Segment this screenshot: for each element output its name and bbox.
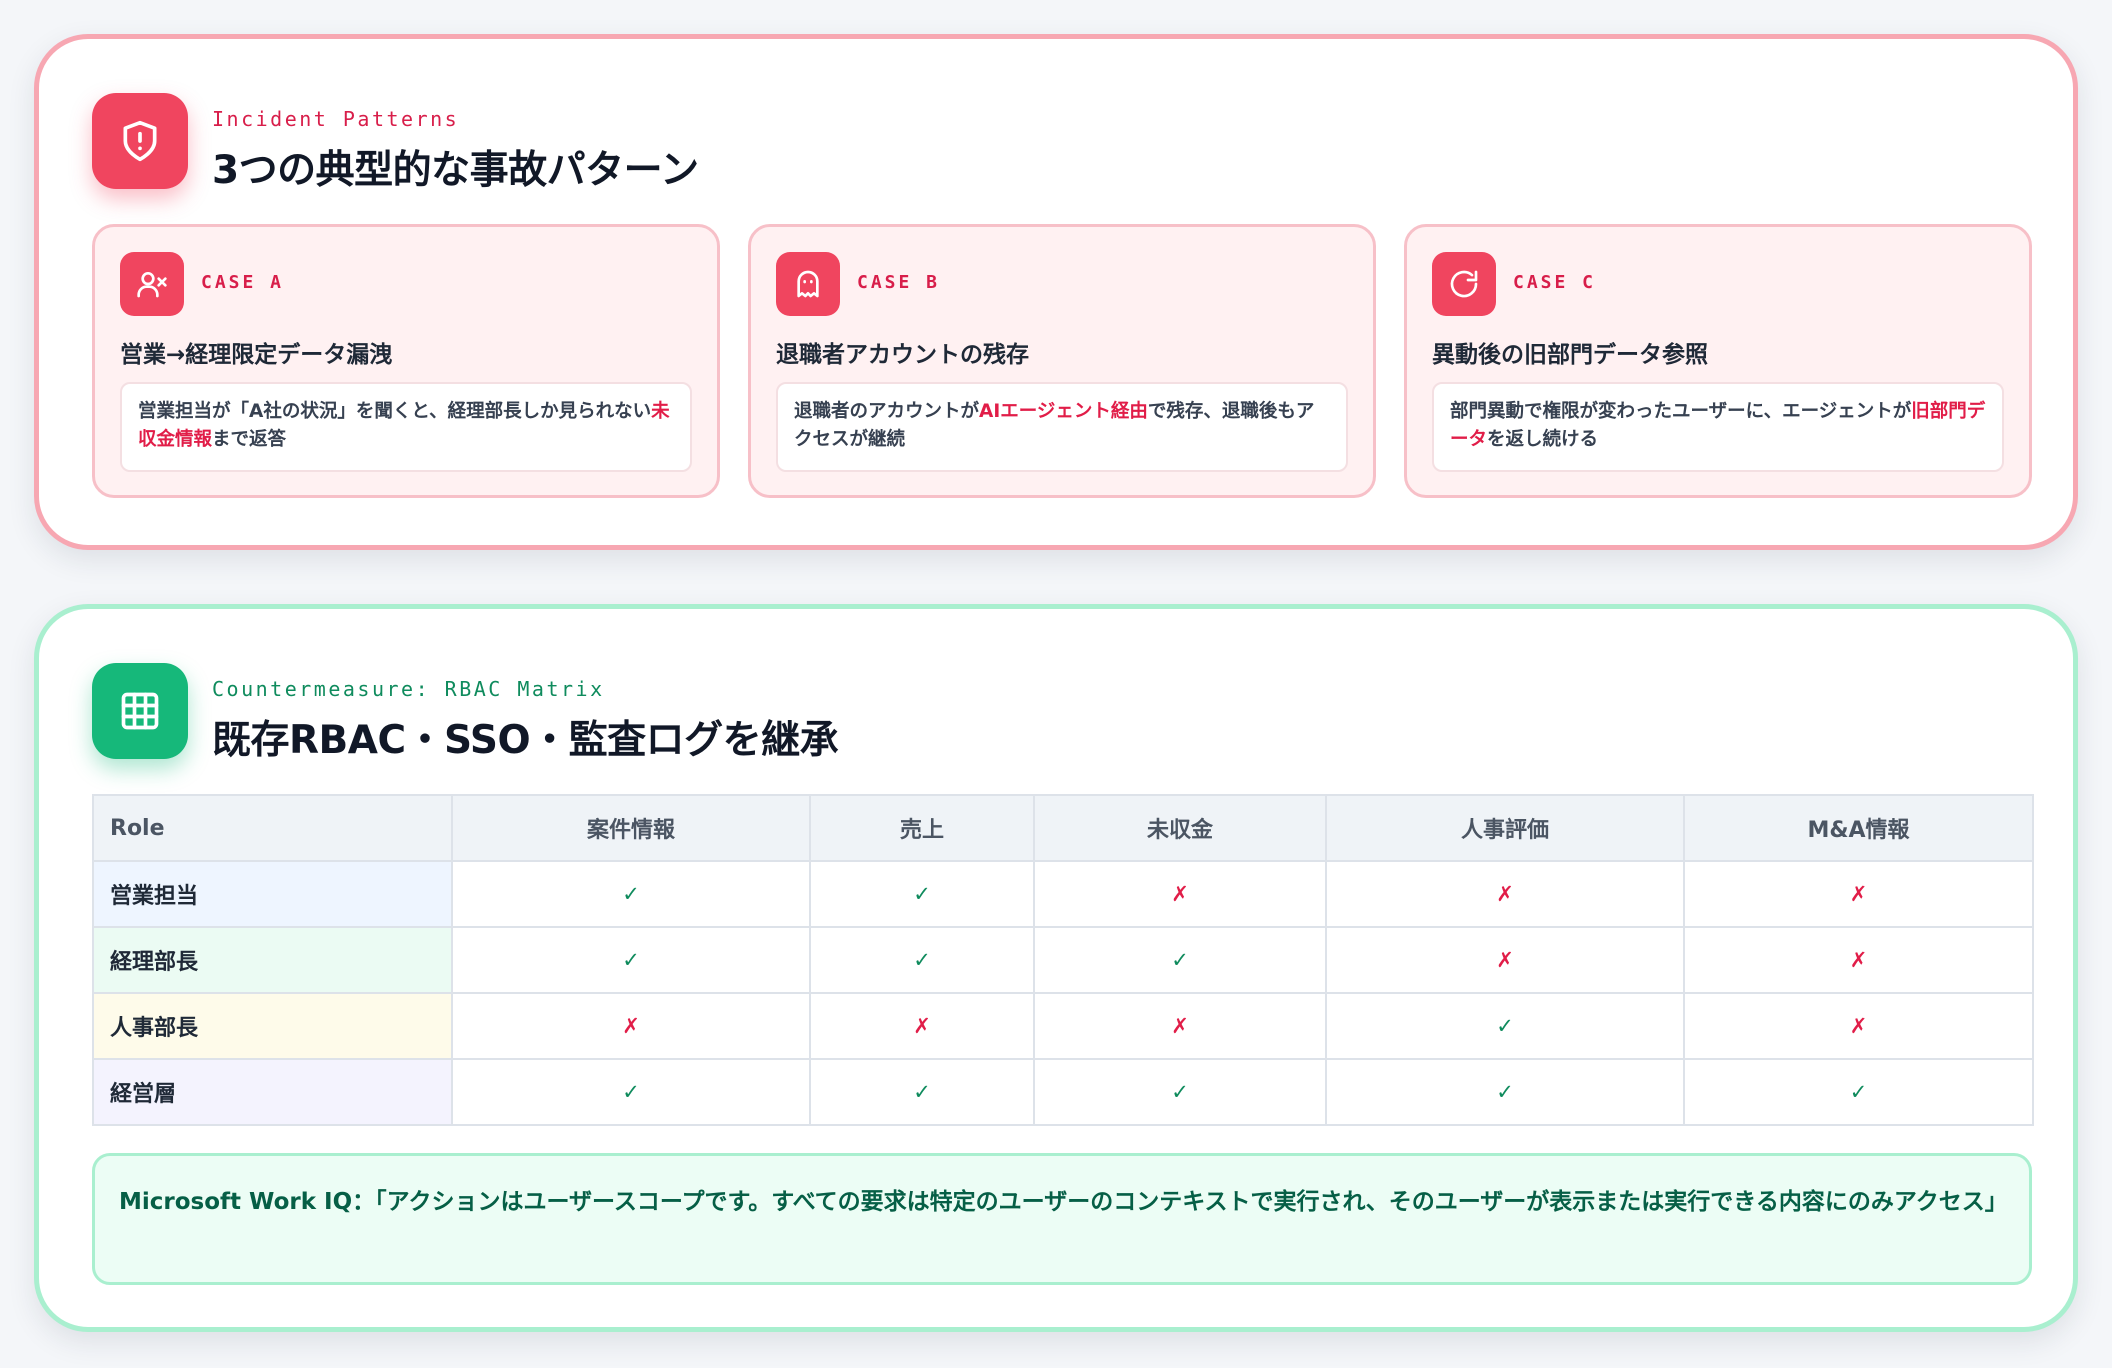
permission-denied-mark: ✗ (1033, 860, 1327, 928)
countermeasure-eyebrow: Countermeasure: RBAC Matrix (212, 677, 605, 701)
case-label: CASE C (1513, 272, 1597, 293)
role-cell: 営業担当 (92, 860, 453, 928)
case-description: 退職者のアカウントがAIエージェント経由で残存、退職後もアクセスが継続 (776, 382, 1348, 472)
work-iq-quote: Microsoft Work IQ：「アクションはユーザースコープです。すべての… (92, 1153, 2032, 1285)
permission-allowed-mark: ✓ (1325, 1058, 1685, 1126)
permission-allowed-mark: ✓ (809, 1058, 1035, 1126)
incident-patterns-panel: Incident Patterns 3つの典型的な事故パターン CASE A 営… (34, 34, 2078, 550)
countermeasure-title: 既存RBAC・SSO・監査ログを継承 (212, 718, 839, 763)
case-desc-text: 退職者のアカウントが (794, 401, 980, 422)
permission-allowed-mark: ✓ (451, 926, 811, 994)
case-card-c: CASE C 異動後の旧部門データ参照 部門異動で権限が変わったユーザーに、エー… (1404, 224, 2032, 498)
table-row: 人事部長 ✗ ✗ ✗ ✓ ✗ (92, 992, 2034, 1060)
permission-allowed-mark: ✓ (1033, 1058, 1327, 1126)
table-row: 経理部長 ✓ ✓ ✓ ✗ ✗ (92, 926, 2034, 994)
ghost-icon (776, 252, 840, 316)
case-label: CASE A (201, 272, 285, 293)
countermeasure-panel: Countermeasure: RBAC Matrix 既存RBAC・SSO・監… (34, 604, 2078, 1332)
permission-denied-mark: ✗ (1683, 860, 2034, 928)
case-title: 異動後の旧部門データ参照 (1432, 342, 1708, 368)
permission-denied-mark: ✗ (1325, 926, 1685, 994)
permission-denied-mark: ✗ (809, 992, 1035, 1060)
case-title: 営業→経理限定データ漏洩 (120, 342, 393, 368)
incident-eyebrow: Incident Patterns (212, 107, 460, 131)
case-desc-text: 部門異動で権限が変わったユーザーに、エージェントが (1450, 401, 1912, 422)
case-title: 退職者アカウントの残存 (776, 342, 1029, 368)
grid-icon (92, 663, 188, 759)
table-body: 営業担当 ✓ ✓ ✗ ✗ ✗ 経理部長 ✓ ✓ ✓ ✗ ✗ 人事部長 ✗ ✗ ✗ ✓ ✗ 経営層 ✓ ✓ ✓ ✓ ✓ (92, 860, 2034, 1126)
column-header-role: Role (92, 794, 453, 862)
case-label: CASE B (857, 272, 941, 293)
column-header: 未収金 (1033, 794, 1327, 862)
permission-denied-mark: ✗ (451, 992, 811, 1060)
permission-denied-mark: ✗ (1325, 860, 1685, 928)
case-desc-text: 営業担当が「A社の状況」を聞くと、経理部長しか見られない (138, 401, 652, 422)
case-desc-highlight: AIエージェント経由 (979, 401, 1148, 422)
table-row: 経営層 ✓ ✓ ✓ ✓ ✓ (92, 1058, 2034, 1126)
permission-denied-mark: ✗ (1683, 926, 2034, 994)
permission-allowed-mark: ✓ (809, 926, 1035, 994)
permission-allowed-mark: ✓ (451, 1058, 811, 1126)
permission-allowed-mark: ✓ (809, 860, 1035, 928)
table-header-row: Role 案件情報 売上 未収金 人事評価 M&A情報 (92, 794, 2034, 862)
column-header: 案件情報 (451, 794, 811, 862)
case-desc-text: を返し続ける (1487, 429, 1599, 450)
permission-denied-mark: ✗ (1033, 992, 1327, 1060)
incident-title: 3つの典型的な事故パターン (212, 148, 699, 193)
user-x-icon (120, 252, 184, 316)
case-card-a: CASE A 営業→経理限定データ漏洩 営業担当が「A社の状況」を聞くと、経理部… (92, 224, 720, 498)
permission-allowed-mark: ✓ (1325, 992, 1685, 1060)
case-card-b: CASE B 退職者アカウントの残存 退職者のアカウントがAIエージェント経由で… (748, 224, 1376, 498)
case-description: 営業担当が「A社の状況」を聞くと、経理部長しか見られない未収金情報まで返答 (120, 382, 692, 472)
case-description: 部門異動で権限が変わったユーザーに、エージェントが旧部門データを返し続ける (1432, 382, 2004, 472)
table-row: 営業担当 ✓ ✓ ✗ ✗ ✗ (92, 860, 2034, 928)
permission-allowed-mark: ✓ (1033, 926, 1327, 994)
permission-allowed-mark: ✓ (1683, 1058, 2034, 1126)
column-header: 人事評価 (1325, 794, 1685, 862)
column-header: 売上 (809, 794, 1035, 862)
case-cards: CASE A 営業→経理限定データ漏洩 営業担当が「A社の状況」を聞くと、経理部… (92, 224, 2032, 498)
permission-denied-mark: ✗ (1683, 992, 2034, 1060)
role-cell: 人事部長 (92, 992, 453, 1060)
rotate-cw-icon (1432, 252, 1496, 316)
shield-alert-icon (92, 93, 188, 189)
role-cell: 経理部長 (92, 926, 453, 994)
role-cell: 経営層 (92, 1058, 453, 1126)
permission-allowed-mark: ✓ (451, 860, 811, 928)
rbac-matrix-table: Role 案件情報 売上 未収金 人事評価 M&A情報 営業担当 ✓ ✓ ✗ ✗ ✗ 経理部… (92, 794, 2034, 1126)
column-header: M&A情報 (1683, 794, 2034, 862)
case-desc-text: まで返答 (212, 429, 287, 450)
